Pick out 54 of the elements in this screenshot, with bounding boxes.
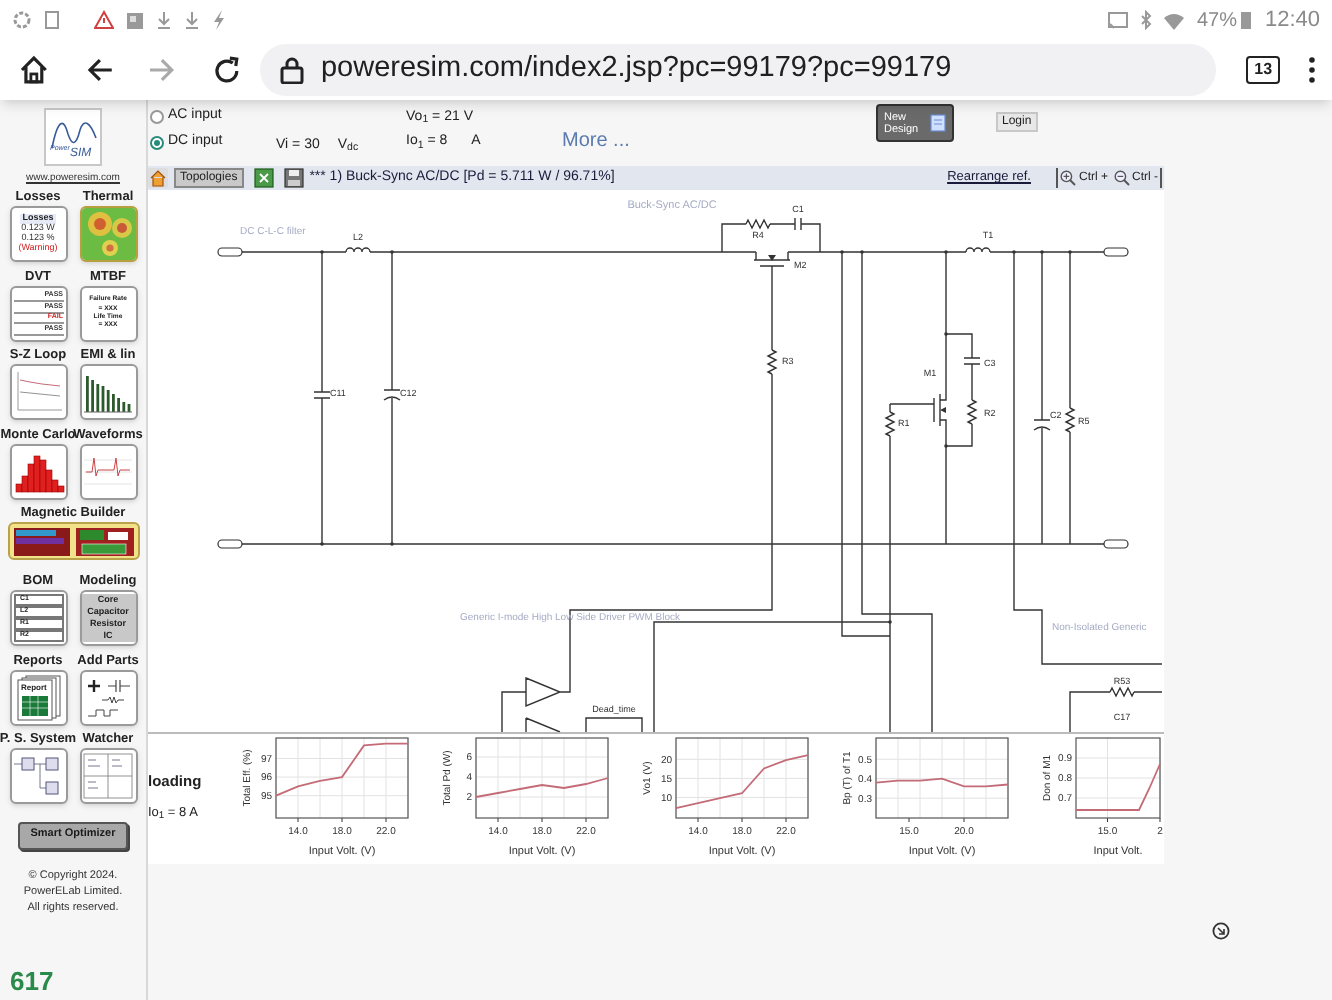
- radio-button[interactable]: [150, 110, 164, 124]
- home-icon[interactable]: [18, 54, 50, 86]
- image-icon: [126, 11, 144, 29]
- warning-icon: [94, 10, 114, 30]
- document-icon: [44, 10, 62, 30]
- tool-tile[interactable]: [79, 443, 137, 499]
- radio-button[interactable]: [150, 136, 164, 150]
- data-line: [1075, 763, 1161, 811]
- tool-tile[interactable]: [7, 522, 139, 560]
- save-icon[interactable]: [283, 168, 304, 188]
- tool-tile[interactable]: [79, 669, 137, 725]
- tool-tile[interactable]: [9, 748, 67, 804]
- download-icon: [184, 10, 200, 30]
- wifi-icon: [1164, 11, 1185, 29]
- plot-frame: [475, 737, 609, 819]
- more-options-icon[interactable]: [1308, 56, 1316, 84]
- data-line: [275, 742, 409, 797]
- tool-tile[interactable]: [79, 364, 137, 420]
- back-arrow-icon[interactable]: [85, 56, 114, 84]
- zoom-in-icon: [1060, 170, 1077, 186]
- bolt-icon: [212, 10, 226, 30]
- heatmap-drawing: [81, 208, 135, 260]
- tool-tile[interactable]: [79, 748, 137, 804]
- plot-drawing: [13, 368, 63, 416]
- clock-time: 12:40: [1264, 5, 1320, 36]
- circle-icon[interactable]: [1212, 922, 1230, 940]
- cast-icon: [1108, 11, 1129, 29]
- tool-tile[interactable]: [9, 364, 67, 420]
- plot-frame: [675, 737, 809, 819]
- battery-icon: [1240, 10, 1253, 30]
- winding-layout-drawing: [11, 525, 135, 557]
- counter-text: 617: [10, 968, 54, 994]
- block-diagram-drawing: [12, 752, 64, 800]
- tool-tile[interactable]: [9, 443, 67, 499]
- tab-count-button[interactable]: 13: [1246, 56, 1281, 84]
- document-icon: [930, 114, 946, 132]
- more-link[interactable]: More ...: [562, 130, 630, 152]
- data-line: [875, 777, 1009, 788]
- plot-frame: [875, 737, 1009, 819]
- panel-grid-drawing: [82, 752, 134, 800]
- plot-frame: [275, 737, 409, 819]
- bluetooth-icon: [1140, 10, 1153, 30]
- data-line: [675, 754, 809, 809]
- lock-icon: [280, 56, 305, 84]
- spreadsheet-icon[interactable]: [253, 168, 274, 188]
- data-line: [475, 777, 609, 798]
- report-pages-drawing: [13, 673, 63, 721]
- zoom-out-icon: [1114, 170, 1130, 186]
- tool-tile[interactable]: [79, 206, 137, 262]
- reload-icon[interactable]: [211, 55, 241, 85]
- download-icon: [156, 10, 172, 30]
- plot-frame: [1075, 737, 1161, 819]
- battery-percentage: 47%: [1196, 7, 1237, 35]
- address-field[interactable]: poweresim.com/index2.jsp?pc=99179?pc=99179: [260, 44, 1217, 96]
